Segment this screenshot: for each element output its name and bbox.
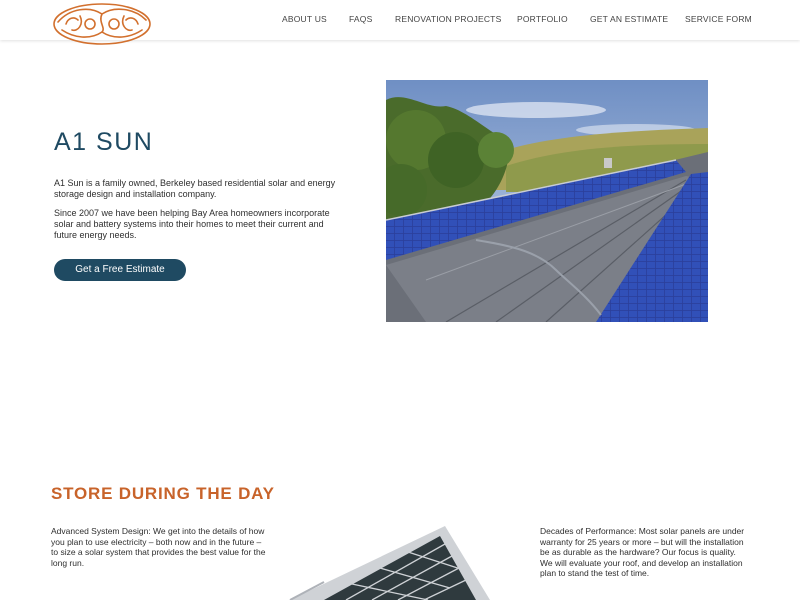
solar-panel-illustration xyxy=(280,522,490,600)
hero-intro-text: A1 Sun is a family owned, Berkeley based… xyxy=(54,178,336,199)
nav-item-renovation-projects[interactable]: RENOVATION PROJECTS xyxy=(395,14,501,24)
main-nav: ABOUT US FAQS RENOVATION PROJECTS PORTFO… xyxy=(270,14,760,28)
nav-item-portfolio[interactable]: PORTFOLIO xyxy=(517,14,568,24)
nav-item-about-us[interactable]: ABOUT US xyxy=(282,14,327,24)
hero-history-text: Since 2007 we have been helping Bay Area… xyxy=(54,208,330,240)
nav-item-get-an-estimate[interactable]: GET AN ESTIMATE xyxy=(590,14,668,24)
a1-sun-logo-icon[interactable] xyxy=(50,2,154,48)
decades-of-performance-text: Decades of Performance: Most solar panel… xyxy=(540,526,745,578)
nav-item-service-form[interactable]: SERVICE FORM xyxy=(685,14,752,24)
advanced-system-design-text: Advanced System Design: We get into the … xyxy=(51,526,266,568)
get-free-estimate-button[interactable]: Get a Free Estimate xyxy=(54,259,186,281)
hero-solar-roof-image xyxy=(386,80,708,322)
nav-item-faqs[interactable]: FAQS xyxy=(349,14,372,24)
section-title: STORE DURING THE DAY xyxy=(51,484,275,503)
page-title: A1 SUN xyxy=(54,128,154,156)
site-header: ABOUT US FAQS RENOVATION PROJECTS PORTFO… xyxy=(0,0,800,45)
